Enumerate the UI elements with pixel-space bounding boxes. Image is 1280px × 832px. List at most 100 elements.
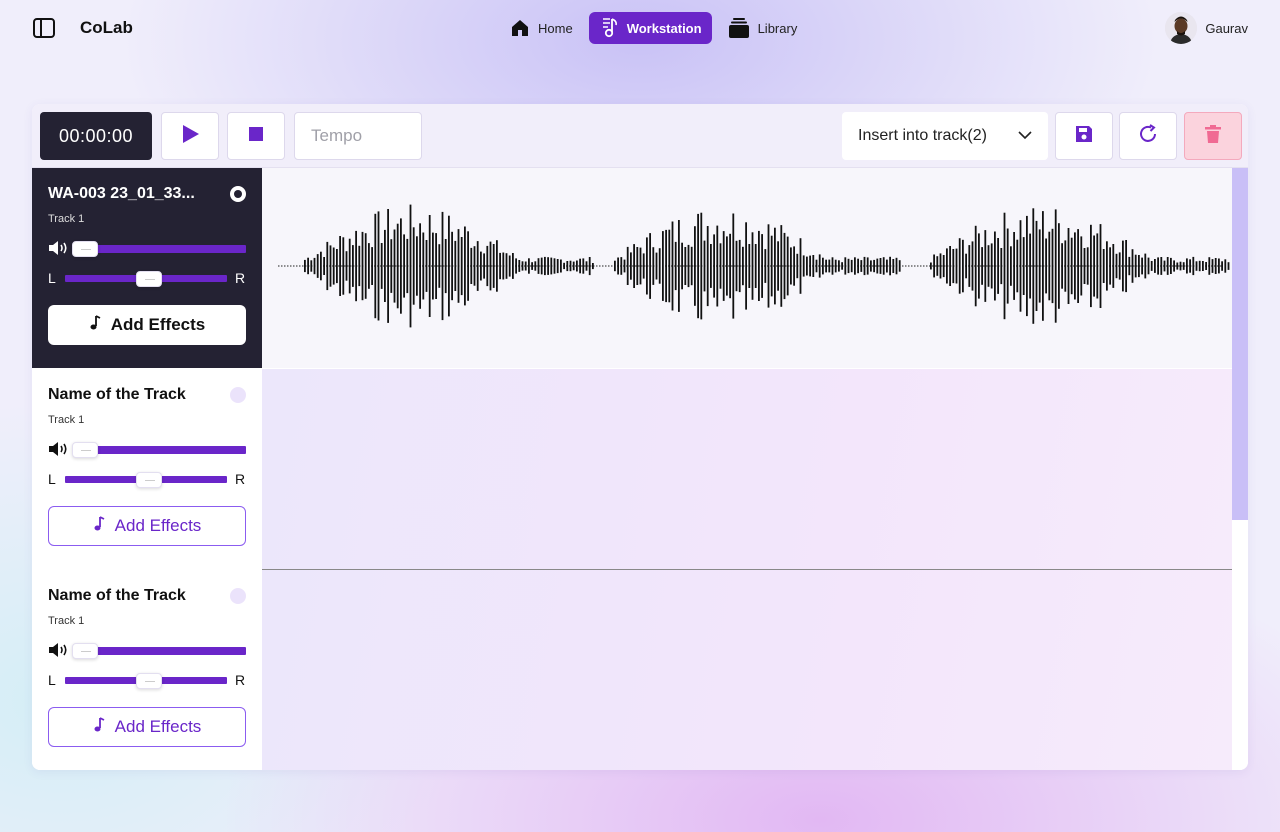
time-display: 00:00:00 [40, 112, 152, 160]
nav-item-library[interactable]: Library [720, 12, 806, 44]
waveform-bar [1045, 238, 1047, 294]
tempo-input[interactable] [294, 112, 422, 160]
home-icon [510, 18, 530, 38]
waveform-bar [936, 256, 939, 276]
waveform-bar [713, 234, 715, 298]
waveform-bar [352, 245, 354, 287]
waveform-bar [796, 253, 799, 279]
waveform-bar [310, 260, 313, 272]
refresh-button[interactable] [1119, 112, 1177, 160]
pan-slider-handle[interactable] [136, 472, 162, 488]
waveform-bar [738, 239, 741, 293]
waveform-bar [512, 253, 514, 279]
waveform-bar [592, 263, 594, 270]
waveform-bar [860, 260, 863, 272]
waveform-bar [655, 252, 658, 280]
waveform-bar [626, 246, 629, 285]
waveform-bar [974, 225, 977, 307]
waveform-bar [962, 239, 964, 293]
waveform-bar [1099, 224, 1102, 308]
waveform-bar [374, 213, 377, 319]
waveform-bar [364, 233, 367, 299]
waveform-bar [588, 257, 591, 276]
scrollbar-thumb[interactable] [1232, 168, 1248, 520]
record-arm-toggle[interactable] [230, 387, 246, 403]
nav-item-home[interactable]: Home [502, 12, 581, 44]
record-arm-toggle[interactable] [230, 186, 246, 202]
delete-button[interactable] [1184, 112, 1242, 160]
chevron-down-icon [1018, 127, 1032, 145]
waveform-bar [496, 240, 498, 292]
waveform-bar [751, 232, 754, 300]
waveform-bar [863, 256, 866, 276]
waveform-bar [1150, 261, 1153, 271]
waveform-bar [1131, 249, 1134, 283]
waveform-bar [786, 236, 789, 296]
music-note-icon [89, 314, 101, 336]
waveform-bar [838, 260, 840, 272]
waveform-bar [1096, 233, 1099, 299]
waveform-bar [528, 258, 530, 274]
waveform-bar [770, 235, 773, 297]
waveform-bar [1195, 261, 1198, 271]
waveform-bar [1006, 228, 1009, 304]
volume-slider-handle[interactable] [72, 442, 98, 458]
waveform-bar [1134, 254, 1137, 278]
waveform-bar [818, 254, 821, 278]
record-arm-toggle[interactable] [230, 588, 246, 604]
waveform-bar [987, 245, 990, 287]
workstation-panel: 00:00:00 Insert into track(2) [32, 104, 1248, 770]
add-effects-button[interactable]: Add Effects [48, 305, 246, 345]
track-lane[interactable] [262, 369, 1232, 569]
waveform-bar [949, 246, 951, 286]
volume-slider[interactable] [80, 245, 246, 253]
play-button[interactable] [161, 112, 219, 160]
waveform-bar [978, 233, 980, 299]
volume-slider-handle[interactable] [72, 643, 98, 659]
transport-toolbar: 00:00:00 Insert into track(2) [32, 104, 1248, 168]
waveform-bar [1112, 244, 1115, 288]
waveform-bar [1106, 241, 1108, 291]
add-effects-label: Add Effects [110, 315, 206, 334]
user-menu[interactable]: Gaurav [1165, 12, 1248, 44]
music-note-icon [93, 716, 105, 738]
waveform-bar [1163, 260, 1166, 272]
waveform-bar [1022, 237, 1025, 295]
waveform-bar [1128, 256, 1131, 276]
pan-slider-handle[interactable] [136, 673, 162, 689]
pan-right-label: R [235, 471, 246, 487]
waveform-bar [697, 213, 699, 319]
sidebar-toggle-icon[interactable] [32, 16, 56, 40]
waveform-bar [544, 256, 546, 276]
waveform-bar [467, 231, 469, 301]
add-effects-button[interactable]: Add Effects [48, 707, 246, 747]
volume-slider[interactable] [80, 647, 246, 655]
waveform-bar [719, 243, 722, 289]
waveform-bar [994, 231, 996, 301]
insert-track-select[interactable]: Insert into track(2) [842, 112, 1048, 160]
add-effects-button[interactable]: Add Effects [48, 506, 246, 546]
stop-button[interactable] [227, 112, 285, 160]
track-controls: WA-003 23_01_33... Track 1 L R Add Effec… [32, 168, 262, 368]
waveform-bar [1186, 258, 1188, 274]
waveform-bar [1070, 237, 1073, 295]
waveform-bar [358, 245, 361, 287]
pan-slider-handle[interactable] [136, 271, 162, 287]
waveform-bar [406, 238, 409, 294]
trash-icon [1204, 124, 1222, 149]
save-button[interactable] [1055, 112, 1113, 160]
waveform-bar [1221, 261, 1223, 271]
avatar [1165, 12, 1198, 44]
track-lane[interactable] [262, 570, 1232, 770]
nav-item-workstation[interactable]: Workstation [588, 12, 712, 44]
volume-slider[interactable] [80, 446, 246, 454]
track-lane[interactable] [262, 168, 1232, 368]
vertical-scrollbar[interactable] [1232, 168, 1248, 770]
waveform-bar [1179, 261, 1182, 271]
waveform-bar [879, 258, 882, 274]
waveform-bar [1054, 209, 1057, 323]
waveform-bar [1198, 260, 1201, 272]
waveform-bar [1016, 239, 1019, 293]
waveform-bar [480, 251, 482, 281]
volume-slider-handle[interactable] [72, 241, 98, 257]
